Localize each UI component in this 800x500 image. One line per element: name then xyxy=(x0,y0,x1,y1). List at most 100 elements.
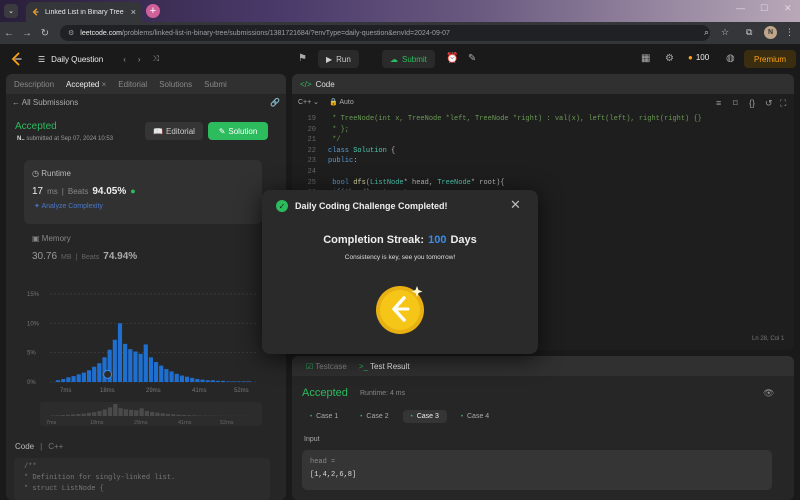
prev-problem-icon[interactable]: ‹ xyxy=(123,55,126,64)
tab-submissions[interactable]: Submi xyxy=(204,80,227,89)
runtime-range-slider[interactable]: 7ms 18ms 29ms 41ms 52ms xyxy=(40,402,262,426)
run-button[interactable]: ▶ Run xyxy=(318,50,359,68)
coin-counter[interactable]: ● 100 xyxy=(688,53,709,62)
share-link-icon[interactable]: 🔗 xyxy=(270,98,280,107)
submit-button[interactable]: ☁ Submit xyxy=(382,50,435,68)
format-icon[interactable]: ≡ xyxy=(716,98,721,108)
chart-bar xyxy=(221,380,226,382)
case-tab[interactable]: • Case 4 xyxy=(453,410,497,423)
browser-tab[interactable]: Linked List in Binary Tree - Lee × xyxy=(26,2,142,22)
cursor-position: Ln 28, Col 1 xyxy=(752,336,785,342)
browser-menu-icon[interactable]: ⋮ xyxy=(785,27,794,38)
maximize-icon[interactable]: ☐ xyxy=(760,3,768,14)
y-tick-label: 10% xyxy=(27,321,40,327)
chart-bar xyxy=(241,381,246,382)
checkbox-icon: ☑ xyxy=(306,361,314,371)
leetcode-logo-icon[interactable] xyxy=(10,52,24,66)
alarm-icon[interactable]: ⏰ xyxy=(446,53,458,64)
mini-x-label: 52ms xyxy=(220,420,234,426)
chart-bar xyxy=(97,363,102,382)
notes-icon[interactable]: ✎ xyxy=(468,53,476,64)
tab-solutions[interactable]: Solutions xyxy=(159,80,192,89)
tab-testcase[interactable]: ☑ Testcase xyxy=(306,362,347,371)
braces-icon[interactable]: {} xyxy=(749,98,755,108)
code-line[interactable]: 21 */ xyxy=(300,135,790,146)
chart-bar xyxy=(174,373,179,382)
submitter-name: N.. xyxy=(17,136,25,142)
y-tick-label: 0% xyxy=(27,380,36,386)
code-line[interactable]: 20 * }; xyxy=(300,125,790,136)
code-line[interactable]: 22 class Solution { xyxy=(300,146,790,157)
premium-button[interactable]: Premium xyxy=(744,50,797,68)
reload-icon[interactable]: ↻ xyxy=(36,28,54,39)
code-line[interactable]: 24 xyxy=(300,167,790,178)
forward-icon[interactable]: → xyxy=(18,28,36,39)
solution-button[interactable]: ✎ Solution xyxy=(208,122,268,140)
all-submissions-link[interactable]: ← All Submissions xyxy=(12,98,78,107)
chart-bar xyxy=(128,349,133,382)
memory-value: 30.76 MB | Beats 74.94% xyxy=(32,251,138,262)
new-tab-button[interactable]: + xyxy=(146,4,160,18)
chart-bar xyxy=(71,376,76,382)
language-select[interactable]: C++ ⌄ xyxy=(298,98,319,106)
lock-icon: 🔒 xyxy=(329,99,338,106)
eye-icon[interactable]: 👁 xyxy=(763,388,774,399)
analyze-complexity-link[interactable]: ✦ Analyze Complexity xyxy=(34,202,103,210)
chart-bar xyxy=(205,380,210,382)
extensions-icon[interactable]: ⧉ xyxy=(746,27,752,38)
fullscreen-icon[interactable]: ⛶ xyxy=(780,98,786,109)
reset-icon[interactable]: ↺ xyxy=(765,98,773,109)
case-tab[interactable]: • Case 2 xyxy=(352,410,396,423)
case-tab[interactable]: • Case 3 xyxy=(402,410,447,423)
settings-gear-icon[interactable]: ⚙ xyxy=(665,53,674,64)
input-var-name: head = xyxy=(310,458,336,466)
layout-icon[interactable]: ▦ xyxy=(641,53,650,64)
mini-bar xyxy=(65,414,71,416)
tab-test-result[interactable]: >_ Test Result xyxy=(359,362,410,371)
code-line[interactable]: 19 * TreeNode(int x, TreeNode *left, Tre… xyxy=(300,114,790,125)
input-value-box: head = [1,4,2,6,8] xyxy=(302,450,772,490)
code-section-header: Code | C++ xyxy=(15,442,64,451)
autocomplete-toggle[interactable]: 🔒 Auto xyxy=(329,98,354,106)
chart-bar xyxy=(190,377,195,382)
case-tab[interactable]: • Case 1 xyxy=(302,410,346,423)
bookmark-icon[interactable]: ⌑ xyxy=(733,98,738,109)
tab-search-icon[interactable]: ⌄ xyxy=(4,4,18,18)
close-tab-icon[interactable]: × xyxy=(102,80,107,89)
code-line[interactable]: 23 public: xyxy=(300,156,790,167)
problem-list-nav[interactable]: ☰ Daily Question ‹ › ⤨ xyxy=(38,54,159,64)
profile-avatar[interactable]: N xyxy=(764,26,777,39)
zoom-icon[interactable]: ⌕ xyxy=(704,27,709,38)
debug-icon[interactable]: ⚑ xyxy=(298,53,307,64)
tab-description[interactable]: Description xyxy=(14,80,54,89)
bookmark-star-icon[interactable]: ☆ xyxy=(721,27,729,38)
runtime-distribution-chart[interactable]: 15% 10% 5% 0% 7ms 18ms 29ms 41ms 52ms xyxy=(24,286,264,396)
chart-bar xyxy=(133,351,138,382)
chart-bar xyxy=(123,343,128,382)
chart-bar xyxy=(226,381,231,382)
mini-x-label: 18ms xyxy=(90,420,104,426)
play-icon: ▶ xyxy=(326,54,333,64)
code-line[interactable]: 25 bool dfs(ListNode* head, TreeNode* ro… xyxy=(300,178,790,189)
tab-accepted[interactable]: Accepted × xyxy=(66,80,106,89)
next-problem-icon[interactable]: › xyxy=(138,55,141,64)
x-tick-label: 7ms xyxy=(60,388,71,394)
user-avatar[interactable]: ◍ xyxy=(726,53,735,64)
minimize-icon[interactable]: — xyxy=(736,3,745,13)
daily-question-title: Daily Question xyxy=(51,54,104,64)
editorial-button[interactable]: 📖 Editorial xyxy=(145,122,203,140)
chart-bar xyxy=(215,380,221,382)
shuffle-icon[interactable]: ⤨ xyxy=(153,54,159,64)
test-runtime: Runtime: 4 ms xyxy=(360,390,406,397)
modal-close-icon[interactable]: ✕ xyxy=(510,198,521,211)
url-field[interactable]: ⚙ leetcode.com/problems/linked-list-in-b… xyxy=(60,25,710,41)
input-value: [1,4,2,6,8] xyxy=(310,471,357,479)
site-info-icon[interactable]: ⚙ xyxy=(68,29,74,37)
back-icon[interactable]: ← xyxy=(0,28,18,39)
window-close-icon[interactable]: ✕ xyxy=(784,3,792,14)
tab-close-icon[interactable]: × xyxy=(131,7,136,17)
mini-bar xyxy=(55,415,60,416)
chart-bar xyxy=(56,380,61,382)
tab-editorial[interactable]: Editorial xyxy=(118,80,147,89)
chart-bar xyxy=(148,357,153,382)
